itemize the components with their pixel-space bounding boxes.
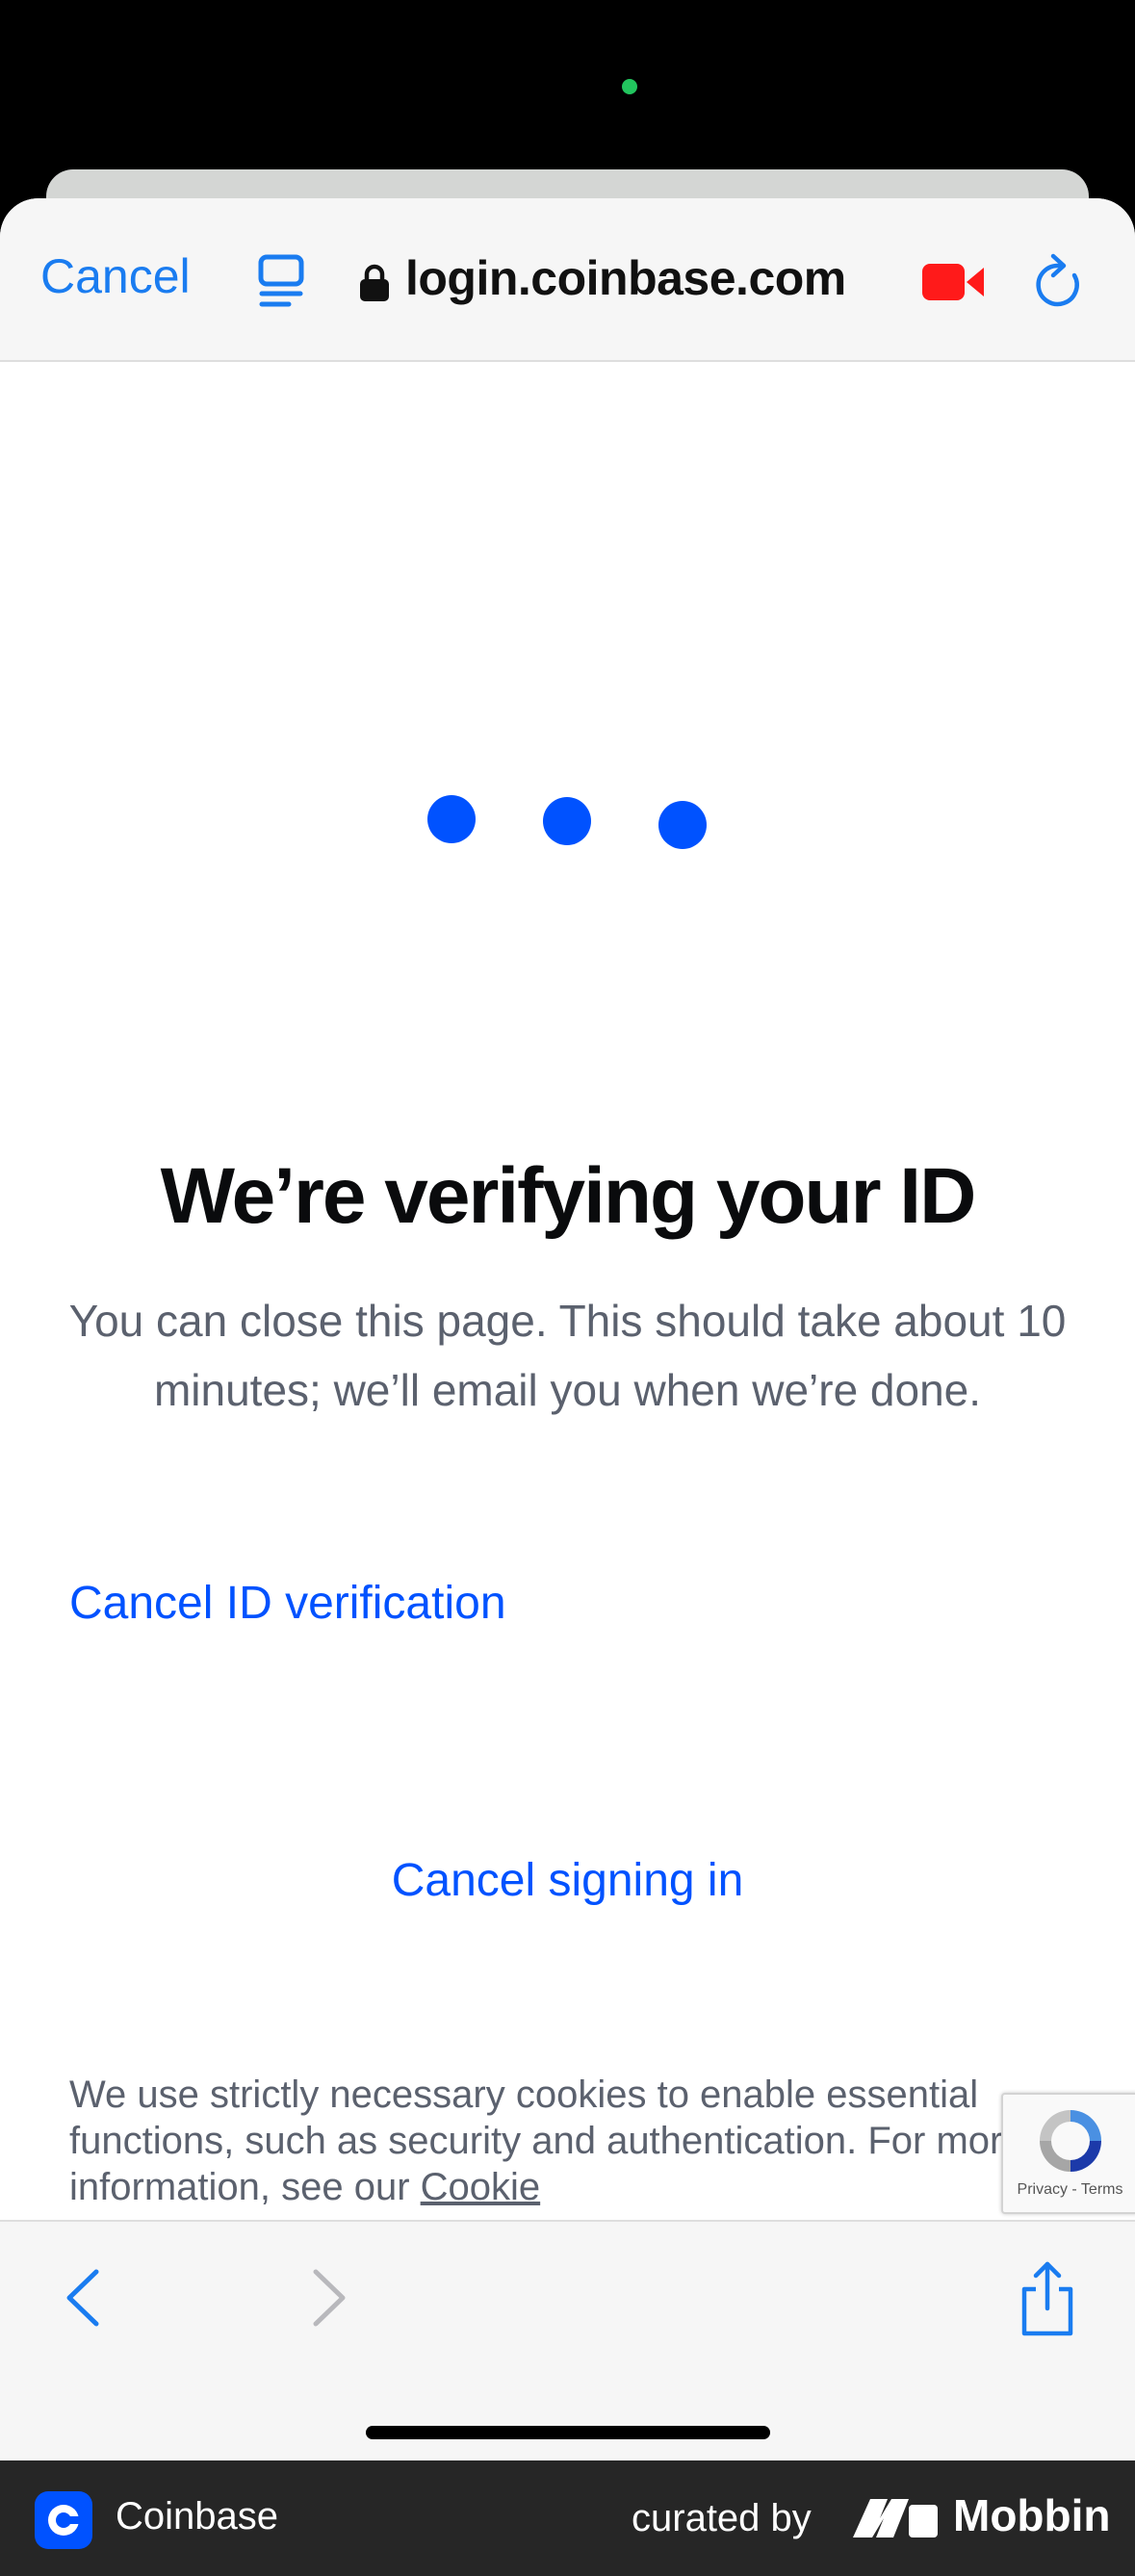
- reader-icon[interactable]: [258, 254, 304, 308]
- page-description: You can close this page. This should tak…: [68, 1296, 1067, 1415]
- browser-address-bar: Cancel login.coinbase.com: [0, 198, 1135, 362]
- video-camera-icon: [922, 264, 984, 300]
- footer-brand: Mobbin: [953, 2490, 1111, 2540]
- cancel-id-verification-link[interactable]: Cancel ID verification: [69, 1577, 506, 1630]
- chevron-right-icon[interactable]: [310, 2268, 348, 2328]
- cookie-policy-link[interactable]: Cookie: [421, 2166, 541, 2208]
- cancel-signing-in-link[interactable]: Cancel signing in: [0, 1854, 1135, 1907]
- mobbin-logo-icon: [853, 2499, 938, 2537]
- chevron-left-icon[interactable]: [64, 2268, 102, 2328]
- loading-dot: [658, 801, 707, 849]
- url-text[interactable]: login.coinbase.com: [405, 250, 846, 306]
- footer-curated-by: curated by: [632, 2497, 812, 2539]
- footer-app-name: Coinbase: [116, 2495, 279, 2537]
- recaptcha-badge[interactable]: Privacy - Terms: [1001, 2093, 1135, 2214]
- recaptcha-icon: [1040, 2110, 1101, 2172]
- page-title: We’re verifying your ID: [160, 1152, 977, 1240]
- coinbase-c-icon: [48, 2505, 79, 2536]
- browser-sheet: Cancel login.coinbase.com We’re verifyin…: [0, 198, 1135, 2460]
- lock-icon: [360, 264, 389, 301]
- camera-indicator-dot: [622, 79, 637, 94]
- home-indicator[interactable]: [366, 2426, 770, 2439]
- status-bar-area: [0, 0, 1135, 227]
- cookie-notice: We use strictly necessary cookies to ena…: [69, 2072, 1032, 2210]
- browser-toolbar: [0, 2220, 1135, 2460]
- mobbin-footer: Coinbase curated by Mobbin: [0, 2460, 1135, 2576]
- cookie-notice-text: We use strictly necessary cookies to ena…: [69, 2074, 1024, 2208]
- share-icon[interactable]: [1017, 2260, 1078, 2337]
- recaptcha-terms[interactable]: Privacy - Terms: [1003, 2181, 1135, 2199]
- reload-icon[interactable]: [1032, 252, 1086, 312]
- cancel-button[interactable]: Cancel: [40, 248, 191, 304]
- loading-dot: [543, 797, 591, 845]
- coinbase-logo: [35, 2491, 92, 2549]
- loading-dot: [427, 795, 476, 843]
